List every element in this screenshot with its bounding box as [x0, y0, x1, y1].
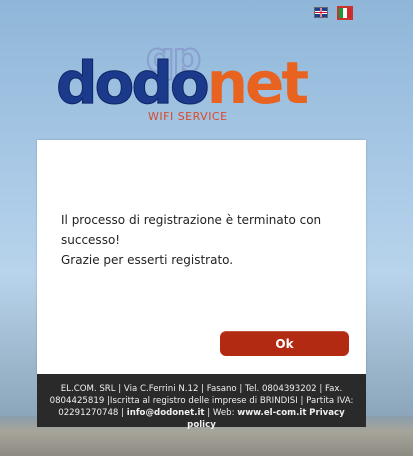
ok-button[interactable]: Ok	[220, 331, 349, 356]
registration-panel: Il processo di registrazione è terminato…	[37, 140, 366, 374]
confirmation-message: Il processo di registrazione è terminato…	[61, 210, 351, 270]
website-link[interactable]: www.el-com.it	[237, 408, 306, 418]
footer: EL.COM. SRL | Via C.Ferrini N.12 | Fasan…	[37, 374, 366, 430]
email-link[interactable]: info@dodonet.it	[127, 408, 205, 418]
logo-wordmark: dodonet	[56, 54, 310, 113]
web-separator: | Web:	[204, 408, 238, 418]
logo-subtitle: WIFI SERVICE	[148, 110, 228, 123]
message-line-2: Grazie per esserti registrato.	[61, 253, 234, 267]
italy-flag-icon[interactable]	[337, 6, 353, 20]
dodonet-logo: qp dodonet WIFI SERVICE	[56, 37, 356, 128]
message-line-1: Il processo di registrazione è terminato…	[61, 213, 322, 247]
logo-word-dodo: dodo	[56, 49, 211, 117]
uk-flag-icon[interactable]	[314, 7, 328, 18]
footer-line-2: 0804425819 |Iscritta al registro delle i…	[49, 396, 354, 406]
footer-line-3: 02291270748 | info@dodonet.it | Web: www…	[43, 407, 360, 431]
logo-word-net: net	[206, 49, 309, 117]
vat-number: 02291270748 |	[58, 408, 127, 418]
footer-line-1: EL.COM. SRL | Via C.Ferrini N.12 | Fasan…	[60, 384, 343, 394]
